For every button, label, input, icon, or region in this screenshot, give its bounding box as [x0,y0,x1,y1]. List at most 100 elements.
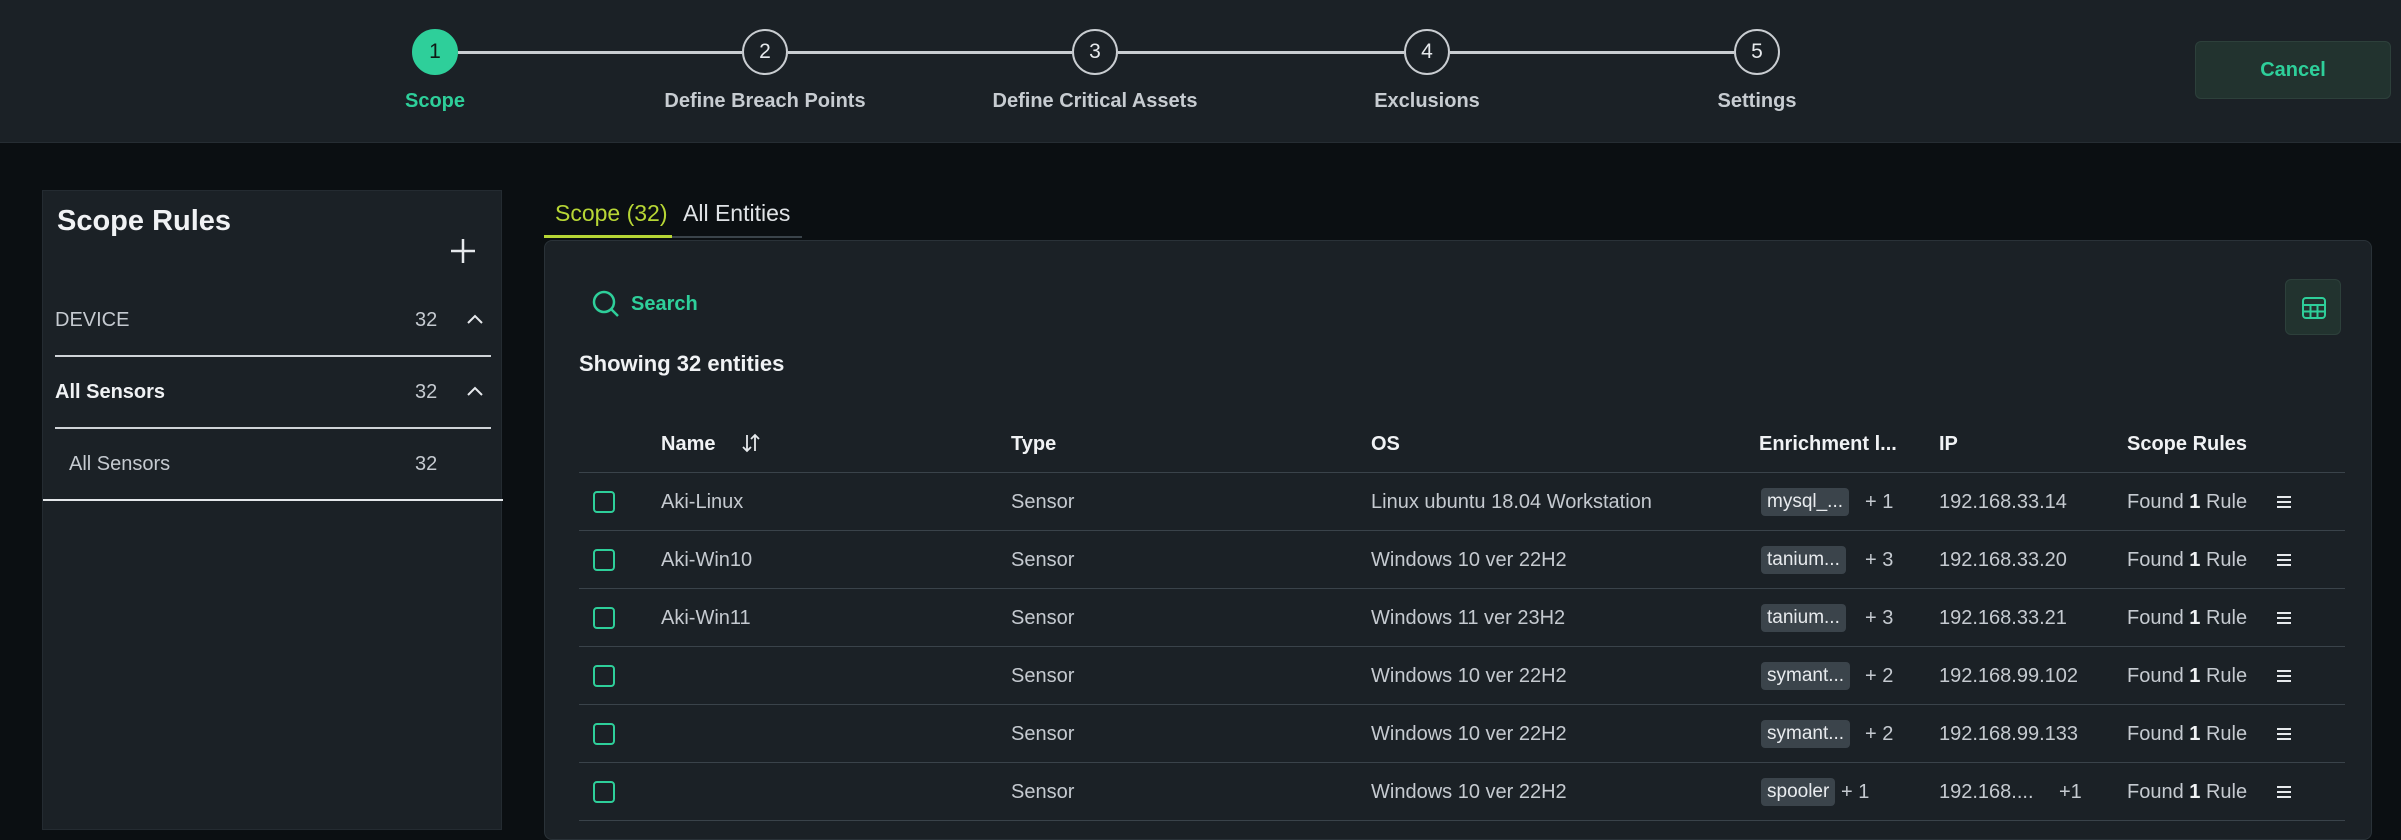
enrichment-more[interactable]: + 1 [1841,781,1869,804]
menu-icon[interactable] [2275,493,2293,511]
table-row[interactable]: Sensor Windows 10 ver 22H2 symant... + 2… [579,705,2345,763]
step-exclusions[interactable]: 4 Exclusions [1277,29,1577,113]
search-icon [592,290,619,317]
column-ip[interactable]: IP [1939,433,1958,456]
ip-more[interactable]: +1 [2059,781,2082,804]
row-checkbox[interactable] [593,665,615,687]
table-header: Name Type OS Enrichment l... IP Scope Ru… [579,413,2345,473]
cell-ip: 192.168.99.102 [1939,665,2079,687]
table-row[interactable]: Sensor Windows 10 ver 22H2 spooler + 1 1… [579,763,2345,821]
step-label: Scope [404,90,466,112]
enrichment-chip[interactable]: tanium... [1761,604,1846,632]
menu-icon[interactable] [2275,551,2293,569]
group-label: DEVICE [55,309,130,331]
row-checkbox[interactable] [593,723,615,745]
group-label: All Sensors [55,381,166,403]
enrichment-chip[interactable]: tanium... [1761,546,1846,574]
enrichment-more[interactable]: + 1 [1865,491,1893,514]
step-number: 2 [742,29,788,75]
row-checkbox[interactable] [593,491,615,513]
cell-type: Sensor [1011,665,1075,687]
row-checkbox[interactable] [593,781,615,803]
table-row[interactable]: Aki-Linux Sensor Linux ubuntu 18.04 Work… [579,473,2345,531]
cell-name: Aki-Win11 [661,607,751,629]
cell-type: Sensor [1011,607,1075,629]
scope-rules-panel: Scope Rules DEVICE 32 All Sensors 32 All… [42,190,503,830]
enrichment-more[interactable]: + 2 [1865,665,1893,688]
cell-ip: 192.168.33.14 [1939,491,2067,513]
enrichment-chip[interactable]: spooler [1761,778,1836,806]
cell-name: Aki-Win10 [661,549,753,571]
row-checkbox[interactable] [593,549,615,571]
panel-title: Scope Rules [57,205,232,237]
enrichment-more[interactable]: + 3 [1865,549,1893,572]
step-label: Define Critical Assets [992,90,1198,112]
tab-scope[interactable]: Scope (32) [544,196,672,238]
enrichment-chip[interactable]: symant... [1761,662,1851,690]
group-all-sensors[interactable]: All Sensors 32 [55,357,491,429]
tab-all-entities[interactable]: All Entities [672,196,802,238]
step-number: 1 [412,29,458,75]
cell-scope-rules: Found 1 Rule [2127,607,2248,629]
step-label: Exclusions [1374,90,1480,112]
cell-scope-rules: Found 1 Rule [2127,781,2248,803]
step-define-critical-assets[interactable]: 3 Define Critical Assets [945,29,1245,113]
cell-ip: 192.168.33.21 [1939,607,2067,629]
enrichment-chip[interactable]: mysql_... [1761,488,1850,516]
column-type[interactable]: Type [1011,433,1056,456]
step-define-breach-points[interactable]: 2 Define Breach Points [615,29,915,113]
enrichment-chip[interactable]: symant... [1761,720,1851,748]
plus-icon[interactable] [443,231,483,271]
chevron-up-icon[interactable] [463,379,487,403]
column-os[interactable]: OS [1371,433,1400,456]
entities-panel: Search Showing 32 entities Name Type OS … [544,240,2372,840]
wizard-stepper: 1 Scope 2 Define Breach Points 3 Define … [0,0,2401,143]
column-scope-rules[interactable]: Scope Rules [2127,433,2247,456]
table-view-button[interactable] [2285,279,2341,335]
cell-os: Windows 10 ver 22H2 [1371,665,1567,687]
group-device[interactable]: DEVICE 32 [55,285,491,357]
table-body: Aki-Linux Sensor Linux ubuntu 18.04 Work… [579,473,2345,821]
entities-table: Name Type OS Enrichment l... IP Scope Ru… [579,413,2345,821]
group-count: 32 [415,381,438,403]
cell-type: Sensor [1011,549,1075,571]
chevron-up-icon[interactable] [463,307,487,331]
step-label: Define Breach Points [664,90,866,112]
search-label: Search [631,292,698,315]
step-number: 5 [1734,29,1780,75]
table-row[interactable]: Sensor Windows 10 ver 22H2 symant... + 2… [579,647,2345,705]
step-settings[interactable]: 5 Settings [1607,29,1907,113]
cell-scope-rules: Found 1 Rule [2127,549,2248,571]
menu-icon[interactable] [2275,725,2293,743]
cell-os: Linux ubuntu 18.04 Workstation [1371,491,1652,513]
cell-os: Windows 10 ver 22H2 [1371,723,1567,745]
row-checkbox[interactable] [593,607,615,629]
rule-count: 32 [415,453,438,475]
menu-icon[interactable] [2275,667,2293,685]
enrichment-more[interactable]: + 3 [1865,607,1893,630]
rule-item-all-sensors[interactable]: All Sensors 32 [43,429,503,501]
menu-icon[interactable] [2275,609,2293,627]
enrichment-more[interactable]: + 2 [1865,723,1893,746]
table-icon [2302,297,2326,319]
table-row[interactable]: Aki-Win11 Sensor Windows 11 ver 23H2 tan… [579,589,2345,647]
rule-label: All Sensors [69,453,171,475]
menu-icon[interactable] [2275,783,2293,801]
column-enrichment[interactable]: Enrichment l... [1759,433,1897,456]
cell-ip: 192.168.... [1939,781,2034,803]
step-number: 3 [1072,29,1118,75]
cell-name: Aki-Linux [661,491,744,513]
sort-icon[interactable] [739,431,763,455]
cell-type: Sensor [1011,491,1075,513]
column-name[interactable]: Name [661,433,715,456]
group-count: 32 [415,309,438,331]
cancel-button[interactable]: Cancel [2195,41,2391,99]
table-row[interactable]: Aki-Win10 Sensor Windows 10 ver 22H2 tan… [579,531,2345,589]
cell-os: Windows 11 ver 23H2 [1371,607,1566,629]
search-button[interactable]: Search [591,289,698,319]
step-label: Settings [1717,90,1797,112]
cell-scope-rules: Found 1 Rule [2127,665,2248,687]
cell-type: Sensor [1011,723,1075,745]
cell-scope-rules: Found 1 Rule [2127,491,2248,513]
step-scope[interactable]: 1 Scope [285,29,585,113]
